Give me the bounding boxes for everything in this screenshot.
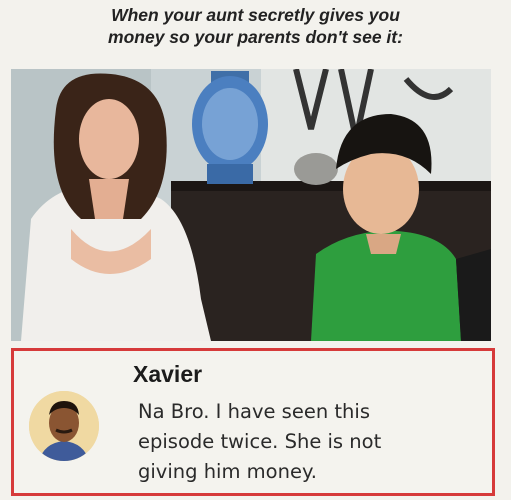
caption-line-1: When your aunt secretly gives you [111, 5, 400, 25]
silver-pitcher [294, 153, 338, 185]
photo-illustration [11, 69, 491, 341]
comment-box: Xavier Na Bro. I have seen this episode … [11, 348, 495, 496]
comment-author: Xavier [133, 361, 203, 387]
meme-photo [11, 69, 491, 341]
comment-line-2: episode twice. She is not [138, 430, 382, 453]
avatar-photo [29, 391, 99, 461]
comment-text: Na Bro. I have seen this episode twice. … [138, 397, 478, 487]
meme-caption: When your aunt secretly gives you money … [0, 4, 511, 48]
avatar [29, 391, 99, 461]
caption-line-2: money so your parents don't see it: [108, 27, 403, 47]
comment-line-1: Na Bro. I have seen this [138, 400, 370, 423]
meme-frame: When your aunt secretly gives you money … [0, 0, 511, 500]
comment-line-3: giving him money. [138, 460, 317, 483]
